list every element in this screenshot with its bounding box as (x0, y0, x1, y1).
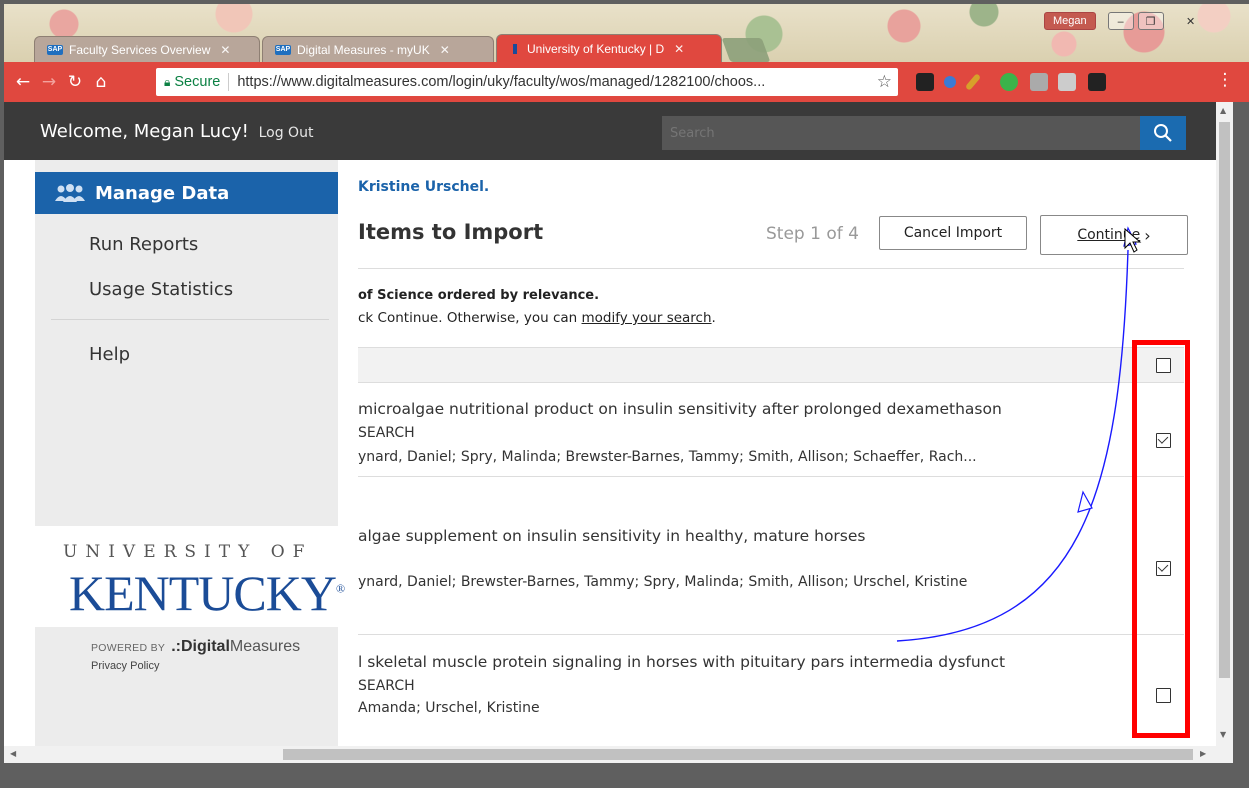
annotation-arrow (896, 226, 1137, 642)
mouse-cursor-icon (1124, 228, 1142, 253)
